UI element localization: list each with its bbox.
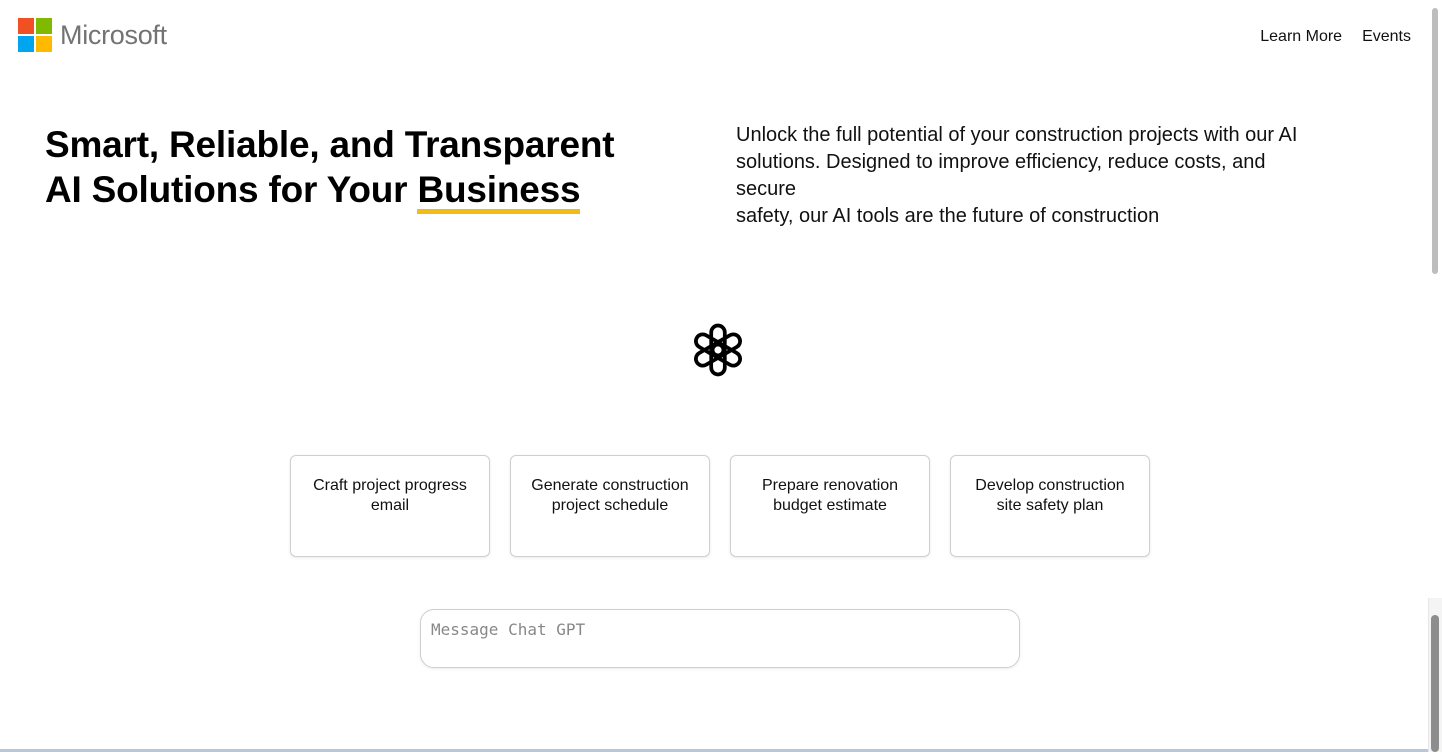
logo-square-yellow: [36, 36, 52, 52]
suggestion-card-progress-email[interactable]: Craft project progress email: [290, 455, 490, 557]
hero-description: Unlock the full potential of your constr…: [736, 122, 1386, 230]
microsoft-logo[interactable]: Microsoft: [18, 18, 167, 52]
hero-description-line: secure: [736, 178, 797, 200]
suggestion-cards: Craft project progress email Generate co…: [290, 455, 1150, 557]
brand-name: Microsoft: [60, 19, 167, 50]
top-nav: Learn More Events: [1260, 28, 1411, 46]
hero-description-line: solutions. Designed to improve efficienc…: [736, 151, 1266, 173]
suggestion-card-budget-estimate[interactable]: Prepare renovation budget estimate: [730, 455, 930, 557]
hero-title-line-1: Smart, Reliable, and Transparent: [45, 124, 615, 165]
suggestion-card-project-schedule[interactable]: Generate construction project schedule: [510, 455, 710, 557]
suggestion-card-safety-plan[interactable]: Develop construction site safety plan: [950, 455, 1150, 557]
microsoft-logo-icon: [18, 18, 52, 52]
nav-learn-more-link[interactable]: Learn More: [1260, 28, 1342, 46]
logo-square-blue: [18, 36, 34, 52]
message-input[interactable]: [420, 609, 1020, 668]
inner-scrollbar-thumb[interactable]: [1431, 615, 1439, 752]
hero-title: Smart, Reliable, and Transparent AI Solu…: [45, 122, 615, 214]
hero-description-line: safety, our AI tools are the future of c…: [736, 205, 1160, 227]
page-scrollbar-thumb[interactable]: [1432, 8, 1438, 274]
openai-logo-icon: [694, 323, 742, 377]
logo-square-green: [36, 18, 52, 34]
logo-square-red: [18, 18, 34, 34]
hero-title-highlight: Business: [417, 171, 581, 214]
hero-title-line-2: AI Solutions for Your: [45, 169, 418, 210]
nav-events-link[interactable]: Events: [1362, 28, 1411, 46]
hero-description-line: Unlock the full potential of your constr…: [736, 124, 1298, 146]
